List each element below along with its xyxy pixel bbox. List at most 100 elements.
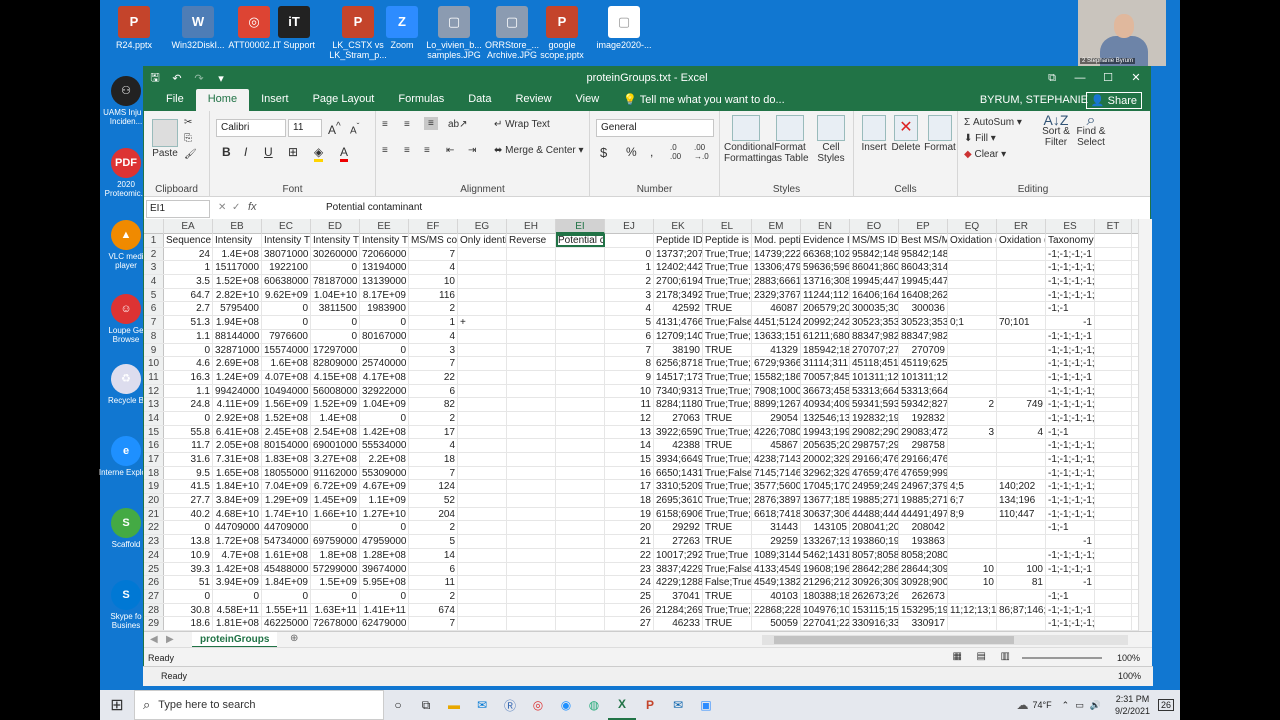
cell[interactable]: -1;-1	[1046, 521, 1095, 535]
cell[interactable]: 15582;186	[752, 370, 801, 384]
cell[interactable]	[556, 439, 605, 452]
cell[interactable]: 262673;26	[850, 589, 899, 603]
search-box[interactable]: ⌕ Type here to search	[134, 690, 384, 720]
cell[interactable]: 82	[409, 398, 458, 411]
chrome-icon[interactable]: ◎	[524, 690, 552, 720]
cell[interactable]	[458, 466, 507, 480]
row-header[interactable]: 14	[144, 411, 164, 425]
cell[interactable]: 4.15E+08	[311, 370, 360, 384]
cell[interactable]: 39.3	[164, 562, 213, 576]
cell[interactable]: 82809000	[311, 357, 360, 370]
cell[interactable]: 3.84E+09	[213, 494, 262, 507]
cell[interactable]: True;True;1	[703, 357, 752, 370]
cell[interactable]: 27263	[654, 535, 703, 548]
cell[interactable]: 13633;151	[752, 329, 801, 343]
cell[interactable]	[1095, 329, 1132, 343]
cell[interactable]: 19943;199	[801, 425, 850, 439]
cell[interactable]: 134;196	[997, 494, 1046, 507]
cell[interactable]: 124	[409, 480, 458, 494]
comma-icon[interactable]: ,	[650, 145, 653, 159]
cell[interactable]: 1.4E+08	[311, 411, 360, 425]
cell[interactable]	[556, 617, 605, 630]
page-layout-view-icon[interactable]: ▤	[977, 651, 986, 662]
cell[interactable]: 18	[409, 453, 458, 466]
cell[interactable]: 104976;10	[801, 603, 850, 617]
row-header[interactable]: 2	[144, 247, 164, 261]
cell[interactable]: 14	[409, 548, 458, 562]
cortana-icon[interactable]: ○	[384, 690, 412, 720]
cell[interactable]: True;True	[703, 261, 752, 275]
row-header[interactable]: 6	[144, 302, 164, 316]
column-header-et[interactable]: ET	[1095, 219, 1132, 234]
cell[interactable]: 7	[409, 617, 458, 630]
cell[interactable]: 0	[262, 302, 311, 316]
cell[interactable]	[1095, 288, 1132, 302]
cell[interactable]	[556, 411, 605, 425]
cell[interactable]	[1095, 384, 1132, 398]
outlook-icon[interactable]: ✉	[664, 690, 692, 720]
cell[interactable]	[1095, 247, 1132, 261]
cell[interactable]: -1;-1;-1;-1;-1;-1;-1	[1046, 439, 1095, 452]
cell[interactable]: 270709	[899, 343, 948, 357]
column-header-eg[interactable]: EG	[458, 219, 507, 234]
file-explorer-icon[interactable]: ▬	[440, 690, 468, 720]
italic-icon[interactable]: I	[244, 145, 247, 159]
cell[interactable]: 10017;2929	[654, 548, 703, 562]
cell[interactable]: 15	[605, 453, 654, 466]
cell[interactable]: 25740000	[360, 357, 409, 370]
cell[interactable]: 21284;269	[654, 603, 703, 617]
cell[interactable]: 4	[409, 261, 458, 275]
cell[interactable]: 227041;22	[801, 617, 850, 630]
underline-icon[interactable]: U	[264, 145, 273, 159]
cell[interactable]: Peptide IDs	[654, 234, 703, 247]
cell[interactable]: 59342;827	[899, 398, 948, 411]
cell[interactable]: TRUE	[703, 411, 752, 425]
cell[interactable]: 13139000	[360, 275, 409, 288]
name-box[interactable]: EI1	[146, 200, 210, 218]
cell[interactable]: 1.1	[164, 384, 213, 398]
row-header[interactable]: 28	[144, 603, 164, 617]
percent-icon[interactable]: %	[626, 145, 637, 159]
cell[interactable]: 5	[605, 316, 654, 329]
cell[interactable]	[556, 603, 605, 617]
cell[interactable]: 36673;458	[801, 384, 850, 398]
conditional-formatting-button[interactable]: Conditional Formatting	[724, 115, 774, 164]
cell[interactable]: TRUE	[703, 535, 752, 548]
cell[interactable]	[458, 576, 507, 589]
row-header[interactable]: 19	[144, 480, 164, 494]
cell[interactable]: 1.6E+08	[262, 357, 311, 370]
cell[interactable]: 54734000	[262, 535, 311, 548]
cell[interactable]: 2	[409, 521, 458, 535]
number-format-box[interactable]: General	[596, 119, 714, 137]
cell[interactable]: 1.28E+08	[360, 548, 409, 562]
cell[interactable]: 55.8	[164, 425, 213, 439]
cell[interactable]: 1.63E+11	[311, 603, 360, 617]
cell[interactable]	[507, 370, 556, 384]
row-header[interactable]: 24	[144, 548, 164, 562]
cell[interactable]: 51.3	[164, 316, 213, 329]
cell[interactable]: 4229;1288	[654, 576, 703, 589]
cell[interactable]: True;False;	[703, 562, 752, 576]
column-header-eo[interactable]: EO	[850, 219, 899, 234]
edge-icon[interactable]: ◉	[552, 690, 580, 720]
cell[interactable]: 204	[409, 507, 458, 521]
cell[interactable]: 44709000	[262, 521, 311, 535]
cell[interactable]: TRUE	[703, 343, 752, 357]
row-header[interactable]: 9	[144, 343, 164, 357]
cell[interactable]: 17045;170	[801, 480, 850, 494]
cell[interactable]: 2.7	[164, 302, 213, 316]
column-header-ed[interactable]: ED	[311, 219, 360, 234]
cell[interactable]: 30523;353	[899, 316, 948, 329]
cell[interactable]: 205635;20	[801, 439, 850, 452]
cell[interactable]	[556, 507, 605, 521]
cell[interactable]: 29054	[752, 411, 801, 425]
cell[interactable]: 0	[360, 411, 409, 425]
cell[interactable]: 12402;442	[654, 261, 703, 275]
cell[interactable]: 44491;497	[899, 507, 948, 521]
cell[interactable]: 80167000	[360, 329, 409, 343]
cell[interactable]: 30637;306	[801, 507, 850, 521]
cell[interactable]: 72678000	[311, 617, 360, 630]
cell[interactable]	[997, 261, 1046, 275]
cell[interactable]: 1.81E+08	[213, 617, 262, 630]
cell[interactable]: 1.42E+08	[360, 425, 409, 439]
